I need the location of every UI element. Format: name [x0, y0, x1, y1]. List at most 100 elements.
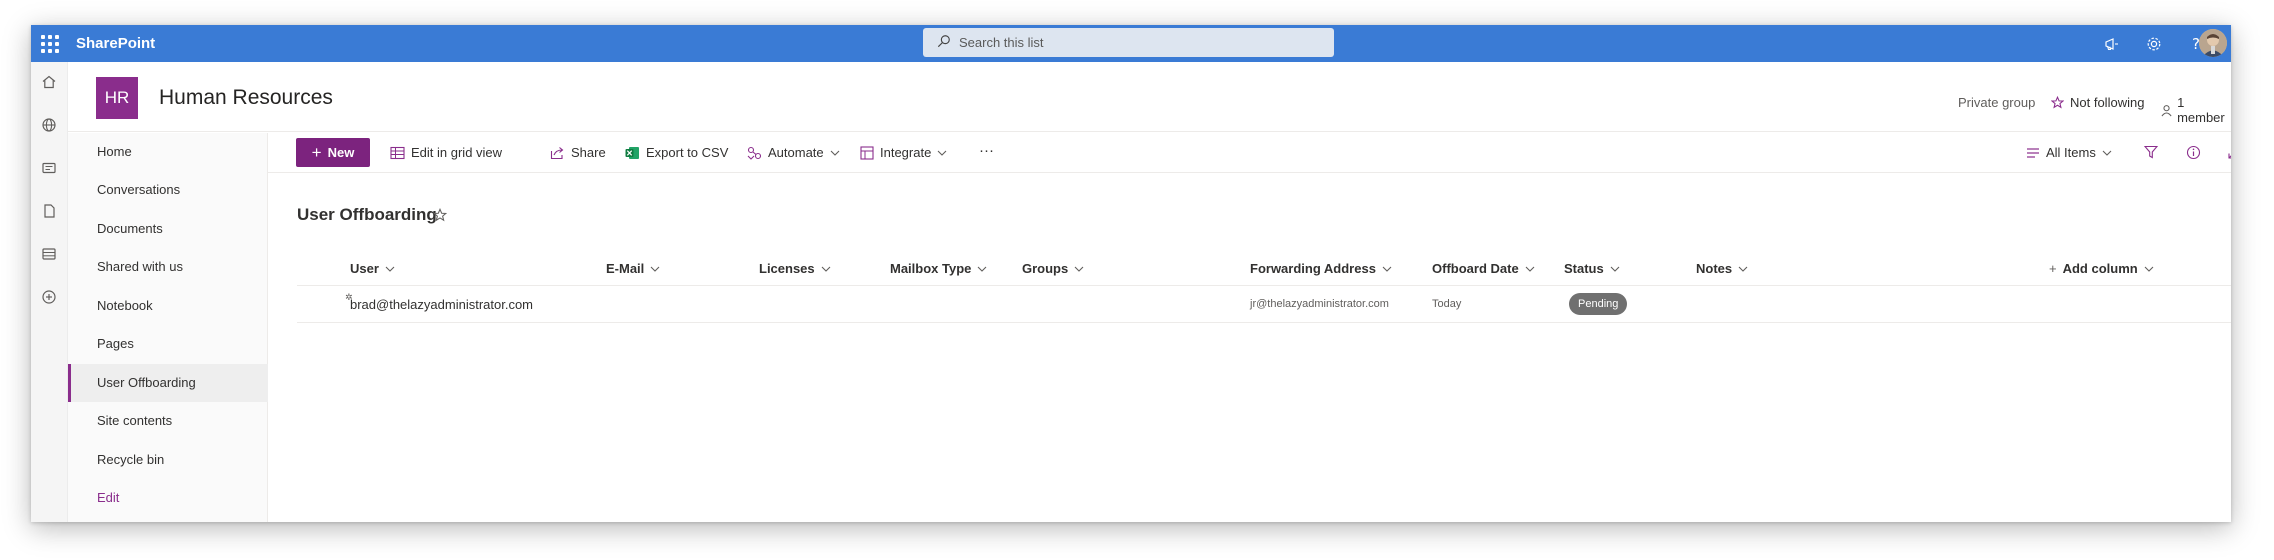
column-header-offboard-date[interactable]: Offboard Date	[1432, 261, 1535, 276]
table-row[interactable]: ✲ brad@thelazyadministrator.com jr@thela…	[297, 286, 2231, 323]
add-column-button[interactable]: + Add column	[2049, 261, 2154, 276]
share-button[interactable]: Share	[550, 145, 606, 160]
chevron-down-icon	[650, 266, 660, 272]
favorite-star-icon[interactable]	[433, 208, 447, 222]
members-button[interactable]: 1 member	[2161, 95, 2231, 125]
cell-offboard-date: Today	[1432, 298, 1462, 310]
column-label: Mailbox Type	[890, 261, 972, 276]
edit-grid-button[interactable]: Edit in grid view	[390, 145, 502, 160]
excel-icon	[625, 146, 639, 159]
chevron-down-icon	[1738, 266, 1748, 272]
column-label: User	[350, 261, 379, 276]
chevron-down-icon	[2102, 150, 2112, 156]
column-header-email[interactable]: E-Mail	[606, 261, 660, 276]
app-window: SharePoint ?	[31, 25, 2231, 522]
view-selector[interactable]: All Items	[2026, 145, 2112, 160]
search-box[interactable]	[923, 28, 1334, 57]
nav-item-recycle-bin[interactable]: Recycle bin	[68, 441, 268, 479]
follow-label: Not following	[2070, 95, 2145, 110]
nav-item-user-offboarding[interactable]: User Offboarding	[68, 364, 268, 402]
brand-link[interactable]: SharePoint	[76, 35, 155, 52]
automate-button[interactable]: Automate	[747, 145, 840, 160]
column-header-mailbox-type[interactable]: Mailbox Type	[890, 261, 987, 276]
cell-user[interactable]: brad@thelazyadministrator.com	[350, 297, 533, 312]
add-icon[interactable]	[39, 287, 59, 307]
column-label: Forwarding Address	[1250, 261, 1376, 276]
chevron-down-icon	[830, 150, 840, 156]
filter-icon[interactable]	[2144, 145, 2158, 159]
column-headers: User E-Mail Licenses Mailbox Type Groups…	[297, 253, 2231, 286]
nav-item-site-contents[interactable]: Site contents	[68, 402, 268, 440]
view-label: All Items	[2046, 145, 2096, 160]
app-rail	[31, 62, 68, 522]
column-label: Offboard Date	[1432, 261, 1519, 276]
automate-label: Automate	[768, 145, 824, 160]
integrate-icon	[860, 145, 874, 160]
megaphone-icon[interactable]	[2102, 34, 2122, 54]
cell-forwarding-address: jr@thelazyadministrator.com	[1250, 298, 1389, 310]
suite-bar: SharePoint ?	[31, 25, 2231, 62]
home-icon[interactable]	[39, 72, 59, 92]
news-icon[interactable]	[39, 158, 59, 178]
settings-icon[interactable]	[2144, 34, 2164, 54]
more-options-button[interactable]: ···	[979, 142, 994, 159]
column-label: E-Mail	[606, 261, 645, 276]
chevron-down-icon	[1074, 266, 1084, 272]
nav-item-shared-with-us[interactable]: Shared with us	[68, 248, 268, 286]
privacy-label: Private group	[1958, 95, 2036, 110]
column-header-status[interactable]: Status	[1564, 261, 1620, 276]
list-icon[interactable]	[39, 244, 59, 264]
share-icon	[550, 146, 564, 159]
integrate-label: Integrate	[880, 145, 932, 160]
automate-icon	[747, 146, 762, 160]
new-button[interactable]: + New	[296, 138, 370, 167]
waffle-icon[interactable]	[39, 33, 59, 53]
site-header: HR Human Resources Private group Not fol…	[68, 62, 2231, 132]
chevron-down-icon	[385, 266, 395, 272]
document-icon[interactable]	[39, 201, 59, 221]
chevron-down-icon	[937, 150, 947, 156]
person-icon	[2161, 104, 2172, 116]
nav-item-notebook[interactable]: Notebook	[68, 287, 268, 325]
export-csv-button[interactable]: Export to CSV	[625, 145, 728, 160]
grid-icon	[390, 146, 405, 159]
expand-icon[interactable]	[2228, 145, 2231, 159]
plus-icon: +	[311, 143, 322, 162]
column-label: Licenses	[759, 261, 815, 276]
chevron-down-icon	[1525, 266, 1535, 272]
follow-button[interactable]: Not following	[2051, 95, 2144, 110]
new-button-label: New	[327, 145, 355, 160]
column-header-user[interactable]: User	[350, 261, 395, 276]
chevron-down-icon	[978, 266, 987, 272]
column-header-groups[interactable]: Groups	[1022, 261, 1084, 276]
search-input[interactable]	[959, 32, 1319, 53]
chevron-down-icon	[821, 266, 831, 272]
column-label: Status	[1564, 261, 1604, 276]
nav-item-conversations[interactable]: Conversations	[68, 171, 268, 209]
column-label: Groups	[1022, 261, 1069, 276]
command-bar: + New Edit in grid view Share Export to …	[268, 133, 2231, 173]
site-title[interactable]: Human Resources	[159, 86, 333, 110]
column-header-licenses[interactable]: Licenses	[759, 261, 831, 276]
nav-item-home[interactable]: Home	[68, 133, 268, 171]
search-icon	[937, 35, 950, 48]
export-csv-label: Export to CSV	[646, 145, 729, 160]
plus-icon: +	[2049, 261, 2057, 276]
column-header-forwarding-address[interactable]: Forwarding Address	[1250, 261, 1392, 276]
nav-item-pages[interactable]: Pages	[68, 325, 268, 363]
list-view-icon	[2027, 147, 2039, 158]
nav-edit-link[interactable]: Edit	[68, 479, 268, 517]
globe-icon[interactable]	[39, 115, 59, 135]
avatar[interactable]	[2199, 29, 2227, 57]
column-label: Notes	[1696, 261, 1733, 276]
star-icon	[2051, 96, 2064, 109]
info-icon[interactable]	[2186, 145, 2201, 160]
column-header-notes[interactable]: Notes	[1696, 261, 1748, 276]
site-logo[interactable]: HR	[96, 77, 138, 119]
list-title: User Offboarding	[297, 205, 437, 224]
chevron-down-icon	[1610, 266, 1620, 272]
share-label: Share	[571, 145, 606, 160]
edit-grid-label: Edit in grid view	[411, 145, 503, 160]
nav-item-documents[interactable]: Documents	[68, 210, 268, 248]
integrate-button[interactable]: Integrate	[860, 145, 947, 160]
